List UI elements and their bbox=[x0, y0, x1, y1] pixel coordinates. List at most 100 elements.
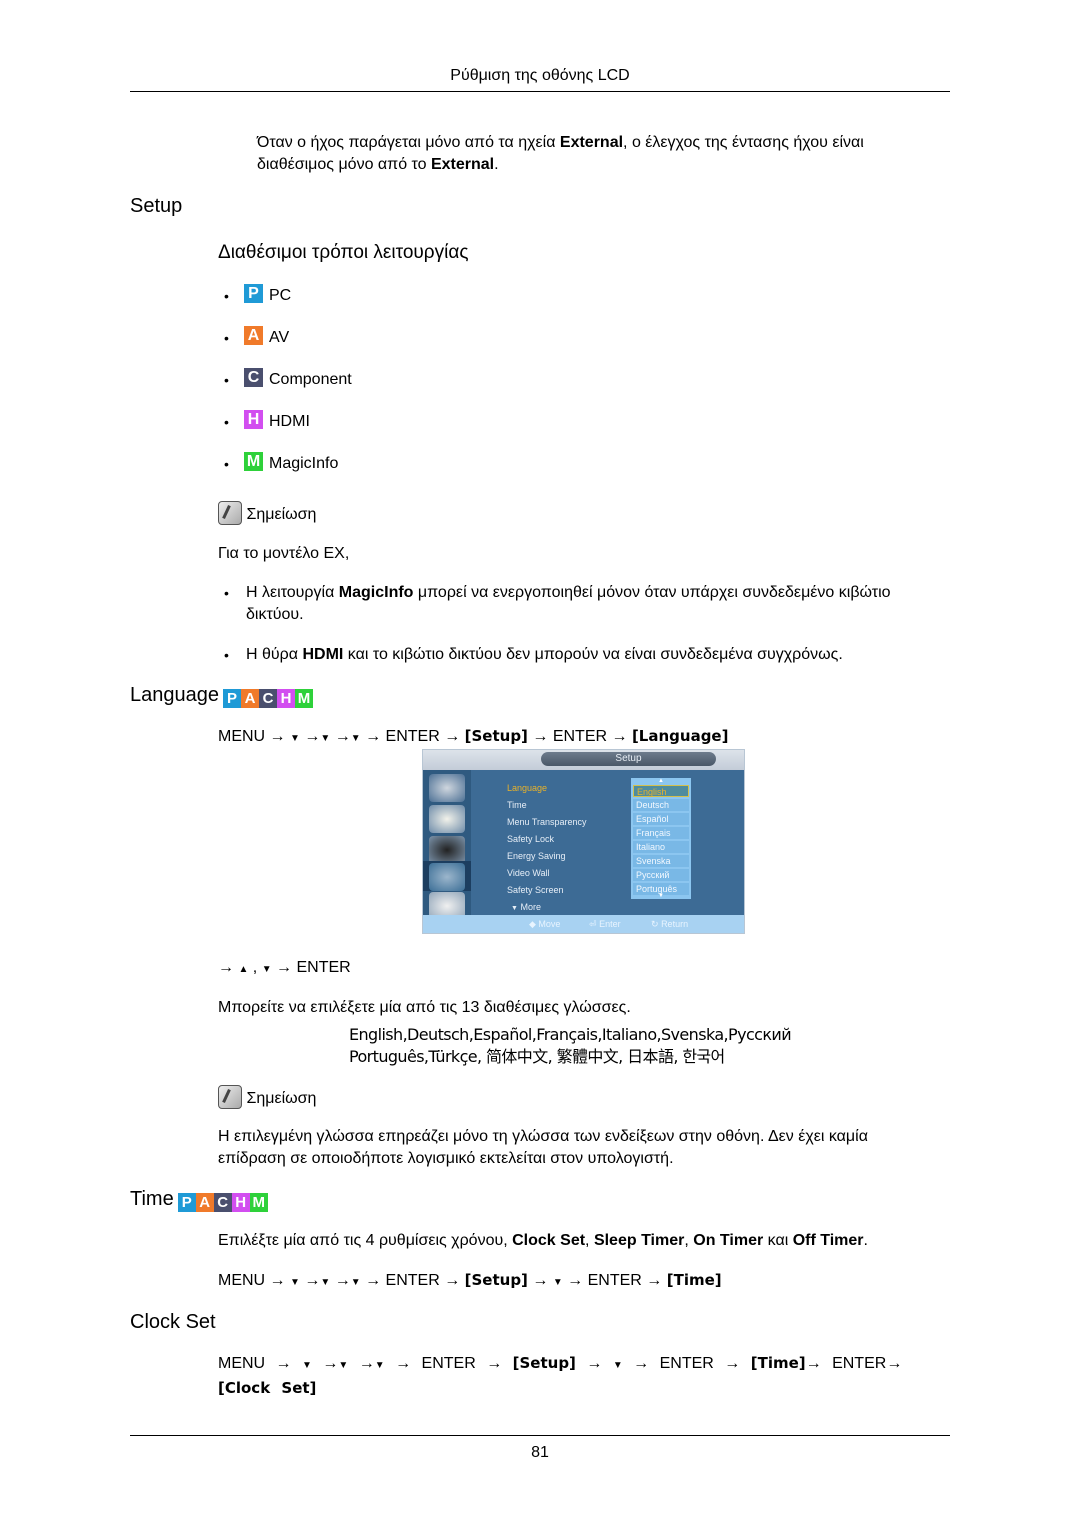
up-arrow-icon: ▲ bbox=[238, 964, 249, 975]
osd-item-energy-saving: Energy Saving bbox=[507, 851, 566, 861]
down-arrow-icon: ▼ bbox=[320, 733, 331, 744]
mode-label: HDMI bbox=[269, 413, 310, 430]
move-label: Move bbox=[538, 919, 561, 929]
osd-language-list: ▲ English Deutsch Español Français Itali… bbox=[631, 778, 691, 899]
text: , bbox=[684, 1232, 694, 1249]
text: επίδραση σε οποιοδήποτε λογισμικό εκτελε… bbox=[218, 1150, 674, 1167]
bullet: • bbox=[224, 330, 229, 346]
text: και bbox=[763, 1232, 793, 1249]
down-arrow-icon: ▼ bbox=[374, 1360, 385, 1371]
osd-sidebar bbox=[423, 770, 471, 920]
bullet: • bbox=[224, 456, 229, 472]
osd-item-language: Language bbox=[507, 783, 548, 793]
menu-key: MENU bbox=[218, 1272, 266, 1289]
osd-option: Italiano bbox=[633, 841, 689, 853]
pc-mode-icon: P bbox=[244, 284, 263, 303]
text: διαθέσιμος μόνο από το bbox=[257, 156, 431, 173]
enter-icon: ⏎ bbox=[589, 919, 597, 929]
text: . bbox=[494, 156, 499, 173]
osd-item-time: Time bbox=[507, 800, 527, 810]
language-menu-path: MENU → ▼ →▼ →▼ → ENTER → [Setup] → ENTER… bbox=[218, 727, 729, 745]
languages-line-1: English,Deutsch,Español,Français,Italian… bbox=[349, 1025, 792, 1044]
bullet: • bbox=[224, 414, 229, 430]
enter-key: ENTER bbox=[832, 1355, 887, 1372]
clock-set-menu-ref: [Clock Set] bbox=[218, 1379, 317, 1397]
note-model-text: Για το μοντέλο EX, bbox=[218, 545, 350, 562]
down-arrow-icon: ▼ bbox=[320, 1277, 331, 1288]
hdmi-badge-icon: H bbox=[276, 689, 295, 708]
language-menu-ref: [Language] bbox=[631, 727, 729, 745]
page-number: 81 bbox=[531, 1444, 549, 1461]
time-description: Επιλέξτε μία από τις 4 ρυθμίσεις χρόνου,… bbox=[218, 1230, 868, 1252]
text: δικτύου. bbox=[246, 606, 304, 623]
enter-key: ENTER bbox=[296, 959, 351, 976]
pc-badge-icon: P bbox=[177, 1193, 196, 1212]
sound-menu-icon bbox=[429, 836, 465, 864]
mode-label: AV bbox=[269, 329, 290, 346]
text: μπορεί να ενεργοποιηθεί μόνον όταν υπάρχ… bbox=[413, 584, 891, 601]
enter-key: ENTER bbox=[552, 728, 608, 745]
setup-menu-ref: [Setup] bbox=[464, 727, 528, 745]
bullet: • bbox=[224, 372, 229, 388]
setup-menu-ref: [Setup] bbox=[512, 1354, 576, 1372]
mode-badge: PACHM bbox=[222, 689, 313, 708]
setup-menu-ref: [Setup] bbox=[464, 1271, 528, 1289]
note-bullet-hdmi: • Η θύρα HDMI και το κιβώτιο δικτύου δεν… bbox=[218, 644, 950, 666]
note-label-1: Σημείωση bbox=[218, 501, 316, 526]
clock-set-term: Clock Set bbox=[512, 1232, 586, 1249]
note-icon bbox=[218, 501, 242, 525]
more-label: More bbox=[520, 902, 541, 912]
modes-heading: Διαθέσιμοι τρόποι λειτουργίας bbox=[218, 242, 469, 263]
gear-icon bbox=[429, 863, 465, 891]
component-badge-icon: C bbox=[258, 689, 277, 708]
osd-option-selected: English bbox=[633, 785, 689, 797]
down-arrow-icon: ▼ bbox=[302, 1360, 312, 1371]
setup-heading: Setup bbox=[130, 195, 183, 217]
enter-key: ENTER bbox=[659, 1355, 714, 1372]
bullet: • bbox=[224, 647, 229, 663]
av-badge-icon: A bbox=[240, 689, 259, 708]
osd-option: Français bbox=[633, 827, 689, 839]
mode-badge: PACHM bbox=[177, 1193, 268, 1212]
time-title: Time bbox=[130, 1188, 174, 1210]
osd-item-safety-lock: Safety Lock bbox=[507, 834, 555, 844]
osd-item-more: ▼ More bbox=[511, 902, 541, 912]
hdmi-term: HDMI bbox=[302, 646, 344, 663]
hdmi-mode-icon: H bbox=[244, 410, 263, 429]
clock-set-menu-path: MENU → ▼ →▼ →▼ → ENTER → [Setup] → ▼ → E… bbox=[218, 1354, 903, 1397]
note-icon bbox=[218, 1085, 242, 1109]
osd-item-safety-screen: Safety Screen bbox=[507, 885, 564, 895]
osd-item-menu-transparency: Menu Transparency bbox=[507, 817, 587, 827]
av-badge-icon: A bbox=[195, 1193, 214, 1212]
time-menu-ref: [Time] bbox=[666, 1271, 722, 1289]
note-bullet-magicinfo: • Η λειτουργία MagicInfo μπορεί να ενεργ… bbox=[218, 582, 950, 626]
text: , ο έλεγχος της έντασης ήχου είναι bbox=[623, 134, 864, 151]
enter-key: ENTER bbox=[385, 728, 440, 745]
mode-label: MagicInfo bbox=[269, 455, 339, 472]
text: , bbox=[585, 1232, 594, 1249]
return-label: Return bbox=[661, 919, 689, 929]
text: . bbox=[863, 1232, 868, 1249]
return-icon: ↻ bbox=[651, 919, 659, 929]
clock-set-heading: Clock Set bbox=[130, 1311, 216, 1333]
enter-key: ENTER bbox=[587, 1272, 642, 1289]
time-heading: Time P A C H M bbox=[130, 1188, 268, 1212]
osd-hint-enter: ⏎ Enter bbox=[589, 919, 621, 930]
text: Η θύρα bbox=[246, 646, 303, 663]
intro-paragraph: Όταν ο ήχος παράγεται μόνο από τα ηχεία … bbox=[257, 132, 950, 176]
text: Η επιλεγμένη γλώσσα επηρεάζει μόνο τη γλ… bbox=[218, 1128, 868, 1145]
external-term: External bbox=[559, 134, 624, 151]
magicinfo-term: MagicInfo bbox=[338, 584, 414, 601]
hdmi-badge-icon: H bbox=[231, 1193, 250, 1212]
note-label-text: Σημείωση bbox=[246, 1090, 317, 1107]
language-title: Language bbox=[130, 684, 219, 706]
osd-hint-move: ◆ Move bbox=[529, 919, 561, 929]
input-menu-icon bbox=[429, 805, 465, 833]
osd-option: Deutsch bbox=[633, 799, 689, 811]
footer-divider bbox=[130, 1435, 950, 1436]
enter-key: ENTER bbox=[421, 1355, 476, 1372]
osd-option: Svenska bbox=[633, 855, 689, 867]
languages-line-2: Português,Türkçe, 简体中文, 繁體中文, 日本語, 한국어 bbox=[349, 1047, 725, 1066]
page-header-title: Ρύθμιση της οθόνης LCD bbox=[450, 67, 630, 84]
osd-setup-screenshot: Setup Language Time Menu Transparency Sa… bbox=[422, 749, 745, 934]
